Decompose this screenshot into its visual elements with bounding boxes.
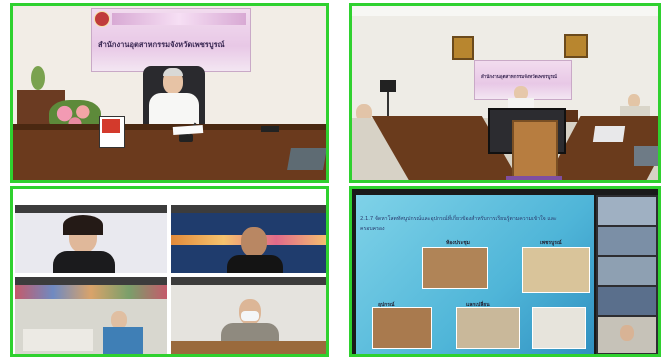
- thumbnail-strip: [15, 285, 167, 299]
- seal-icon: [94, 11, 110, 27]
- plant: [31, 66, 45, 90]
- thumb-4: [598, 287, 656, 315]
- slide-photo-2: [522, 247, 590, 293]
- portrait-frame-right: [564, 34, 588, 58]
- tile-toolbar: [171, 277, 326, 285]
- video-tile-man-city: [171, 205, 326, 273]
- participant-strip: [596, 195, 658, 354]
- video-tile-room: [15, 277, 167, 354]
- participant-face: [241, 227, 267, 257]
- slide-label-1: ห้องประชุม: [446, 240, 470, 246]
- thumb-2: [598, 227, 656, 255]
- photo-presentation-screen: 2.1.7 จัดหาโสตทัศนูปกรณ์และอุปกรณ์ที่เกี…: [349, 186, 661, 357]
- banner-title: สำนักงานอุตสาหกรรมจังหวัดเพชรบูรณ์: [481, 75, 557, 80]
- backdrop-banner: สำนักงานอุตสาหกรรมจังหวัดเพชรบูรณ์: [91, 8, 251, 72]
- thumb-3: [598, 257, 656, 285]
- chairman-hair: [163, 68, 183, 76]
- slide-label-2: เพชรบูรณ์: [540, 240, 562, 246]
- tile-toolbar: [171, 205, 326, 213]
- slide-heading: 2.1.7 จัดหาโสตทัศนูปกรณ์และอุปกรณ์ที่เกี…: [360, 216, 557, 222]
- podium: [512, 120, 558, 180]
- desk-edge: [13, 124, 326, 130]
- photo-video-participants: [10, 186, 329, 357]
- desk: [171, 341, 326, 354]
- speaker-stand: [380, 80, 396, 92]
- ceiling: [352, 6, 658, 16]
- thumb-1: [598, 197, 656, 225]
- participant-body: [227, 255, 283, 273]
- video-tile-woman-glasses: [15, 205, 167, 273]
- laptop: [592, 126, 626, 142]
- thumb-5: [598, 317, 656, 353]
- photo-meeting-room: สำนักงานอุตสาหกรรมจังหวัดเพชรบูรณ์: [349, 3, 661, 183]
- participant-face: [620, 325, 634, 341]
- slide-photo-1: [422, 247, 488, 289]
- tile-toolbar: [15, 277, 167, 285]
- slide-heading-line-2: ครอบครอง: [360, 226, 385, 232]
- laptop: [287, 148, 326, 170]
- monitor-right: [634, 146, 658, 166]
- desk: [23, 329, 93, 351]
- tile-toolbar: [15, 205, 167, 213]
- portrait-frame-left: [452, 36, 474, 60]
- remote: [261, 126, 279, 132]
- conference-desk: [13, 128, 326, 180]
- slide-photo-5: [532, 307, 586, 349]
- participant-body: [53, 251, 115, 273]
- name-plate: [99, 116, 125, 148]
- face-mask: [241, 311, 259, 321]
- participant-shirt: [103, 327, 143, 354]
- banner-title: สำนักงานอุตสาหกรรมจังหวัดเพชรบูรณ์: [98, 40, 225, 49]
- microphone-base: [179, 134, 193, 142]
- purple-cloth: [506, 176, 562, 180]
- banner-ornament: [112, 13, 246, 25]
- participant-hair: [63, 215, 103, 235]
- slide-photo-3: [372, 307, 432, 349]
- photo-meeting-chair: สำนักงานอุตสาหกรรมจังหวัดเพชรบูรณ์: [10, 3, 329, 183]
- video-tile-woman-mask: [171, 277, 326, 354]
- name-plate-emblem: [102, 119, 120, 133]
- slide-photo-4: [456, 307, 520, 349]
- slide-area: 2.1.7 จัดหาโสตทัศนูปกรณ์และอุปกรณ์ที่เกี…: [356, 195, 594, 354]
